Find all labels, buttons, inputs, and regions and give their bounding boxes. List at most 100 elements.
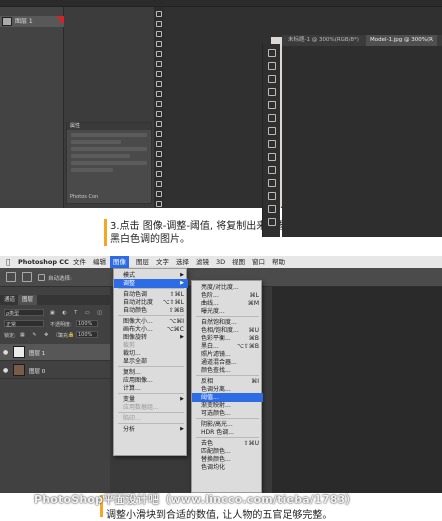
layer-row[interactable]: ● 图层 0 — [0, 362, 110, 379]
adjust-menu-item-label: 替换颜色... — [201, 456, 231, 463]
adjust-menu-item-label: 阴影/高光... — [201, 421, 233, 428]
image-menu-item[interactable]: 显示全部 — [114, 357, 188, 366]
pen-tool-icon[interactable] — [267, 205, 276, 213]
layer-row[interactable]: ● 图层 1 — [0, 344, 110, 361]
menu-view[interactable]: 视图 — [232, 256, 245, 268]
image-menu-item-label: 裁剪 — [123, 342, 136, 349]
stamp-tool-icon[interactable] — [267, 153, 276, 161]
image-menu-item-label: 裁切... — [123, 350, 141, 357]
gradient-tool-icon[interactable] — [267, 179, 276, 187]
checkbox-icon[interactable] — [38, 274, 45, 281]
brush-tool-icon[interactable] — [156, 81, 162, 87]
wand-tool-icon[interactable] — [267, 88, 276, 96]
move-tool-icon[interactable] — [156, 11, 162, 17]
eraser-tool-icon[interactable] — [156, 111, 162, 117]
layers-panel: 通道 图层 ρ类型 ▣ ◐ T ▭ ◫ 正常 不透明度: 100% 锁定: ▦ … — [0, 287, 110, 493]
menu-file[interactable]: 文件 — [73, 256, 86, 268]
menu-type[interactable]: 文字 — [156, 256, 169, 268]
gradient-tool-icon[interactable] — [156, 121, 162, 127]
properties-footer: Photos Con — [70, 194, 99, 200]
doc-tab[interactable]: Model-1.jpg @ 300%(R — [366, 35, 437, 46]
dodge-tool-icon[interactable] — [156, 141, 162, 147]
history-brush-icon[interactable] — [156, 101, 162, 107]
move-tool-icon[interactable] — [6, 272, 16, 282]
adjust-menu-item[interactable]: 可选颜色... — [192, 409, 263, 418]
menu-app-name[interactable]: Photoshop CC — [18, 256, 69, 268]
image-menu-item-label: 自动颜色 — [123, 307, 148, 314]
image-menu-item-label: 计算... — [123, 385, 141, 392]
eye-icon[interactable]: ● — [3, 349, 8, 356]
menu-image[interactable]: 图像 — [110, 256, 129, 268]
document-tabs: 未标题-1 @ 300%(RGB/8*) Model-1.jpg @ 300%(… — [282, 35, 442, 46]
adjust-menu-item-label: 反相 — [201, 378, 214, 385]
adjust-menu-item-label: 曲线... — [201, 300, 219, 307]
brush-tool-icon[interactable] — [267, 140, 276, 148]
text-tool-icon[interactable] — [267, 218, 276, 226]
menu-3d[interactable]: 3D — [216, 256, 225, 268]
heal-tool-icon[interactable] — [267, 127, 276, 135]
menu-separator — [118, 393, 184, 394]
zoom-tool-icon[interactable] — [156, 201, 162, 207]
adjust-menu-item-label: 去色 — [201, 440, 214, 447]
apple-icon[interactable]:  — [6, 256, 10, 268]
hand-tool-icon[interactable] — [156, 191, 162, 197]
image-menu-item-label: 模式 — [123, 272, 136, 279]
lasso-tool-icon[interactable] — [267, 75, 276, 83]
top-layer-row[interactable]: 图层 1 — [0, 16, 64, 27]
menu-edit[interactable]: 编辑 — [93, 256, 106, 268]
adjust-menu-item-label: 色彩平衡... — [201, 335, 231, 342]
path-tool-icon[interactable] — [156, 171, 162, 177]
text-tool-icon[interactable] — [156, 161, 162, 167]
eyedropper-tool-icon[interactable] — [156, 61, 162, 67]
wand-tool-icon[interactable] — [156, 41, 162, 47]
heal-tool-icon[interactable] — [156, 71, 162, 77]
tab-layers[interactable]: 图层 — [18, 295, 38, 305]
menu-layer[interactable]: 图层 — [136, 256, 149, 268]
blur-tool-icon[interactable] — [156, 131, 162, 137]
image-menu-item[interactable]: 调整 ▶ — [114, 279, 188, 288]
eyedropper-tool-icon[interactable] — [267, 114, 276, 122]
menu-filter[interactable]: 滤镜 — [196, 256, 209, 268]
menu-separator — [196, 316, 259, 317]
menu-window[interactable]: 窗口 — [252, 256, 265, 268]
move-tool-icon[interactable] — [267, 49, 276, 57]
submenu-arrow-icon: ▶ — [180, 426, 184, 432]
top-properties-panel: 属性 Photos Con — [66, 122, 152, 204]
doc-tab[interactable]: 未标题-1 @ 300%(RGB/8*) — [284, 35, 363, 46]
adjust-menu-item-label: 照片滤镜... — [201, 351, 231, 358]
dodge-tool-icon[interactable] — [267, 192, 276, 200]
tab-channels[interactable]: 通道 — [0, 295, 19, 305]
menu-select[interactable]: 选择 — [176, 256, 189, 268]
tool-preset-icon[interactable] — [22, 272, 32, 282]
adjust-menu-item[interactable]: 曝光度... — [192, 307, 263, 316]
pen-tool-icon[interactable] — [156, 151, 162, 157]
shape-tool-icon[interactable] — [156, 181, 162, 187]
adjust-menu-item-label: 亮度/对比度... — [201, 284, 239, 291]
stamp-tool-icon[interactable] — [156, 91, 162, 97]
adjust-menu-item-label: 色相/饱和度... — [201, 327, 239, 334]
image-menu-item-shortcut: ⇧⌘B — [168, 307, 184, 314]
properties-line — [71, 133, 147, 137]
menu-separator — [118, 423, 184, 424]
adjust-menu-item[interactable]: 色调均化 — [192, 463, 263, 472]
layers-panel-tabs: 通道 图层 — [0, 295, 110, 305]
menu-help[interactable]: 帮助 — [272, 256, 285, 268]
filter-icons: ▣ ◐ T ▭ ◫ — [50, 310, 105, 316]
adjust-menu-item[interactable]: 颜色查找... — [192, 366, 263, 375]
lasso-tool-icon[interactable] — [156, 31, 162, 37]
eye-icon[interactable]: ● — [3, 367, 8, 374]
marquee-tool-icon[interactable] — [156, 21, 162, 27]
menu-separator — [118, 315, 184, 316]
image-menu-item[interactable]: 自动颜色 ⇧⌘B — [114, 306, 188, 315]
image-menu-item[interactable]: 分析 ▶ — [114, 425, 188, 434]
menu-separator — [118, 366, 184, 367]
crop-tool-icon[interactable] — [267, 101, 276, 109]
adjust-menu-item-label: 可选颜色... — [201, 410, 231, 417]
lock-label: 锁定: — [4, 333, 16, 339]
image-menu-item[interactable]: 计算... — [114, 384, 188, 393]
document-area — [272, 287, 442, 493]
marquee-tool-icon[interactable] — [267, 62, 276, 70]
eraser-tool-icon[interactable] — [267, 166, 276, 174]
crop-tool-icon[interactable] — [156, 51, 162, 57]
adjust-menu-item[interactable]: HDR 色调... — [192, 428, 263, 437]
